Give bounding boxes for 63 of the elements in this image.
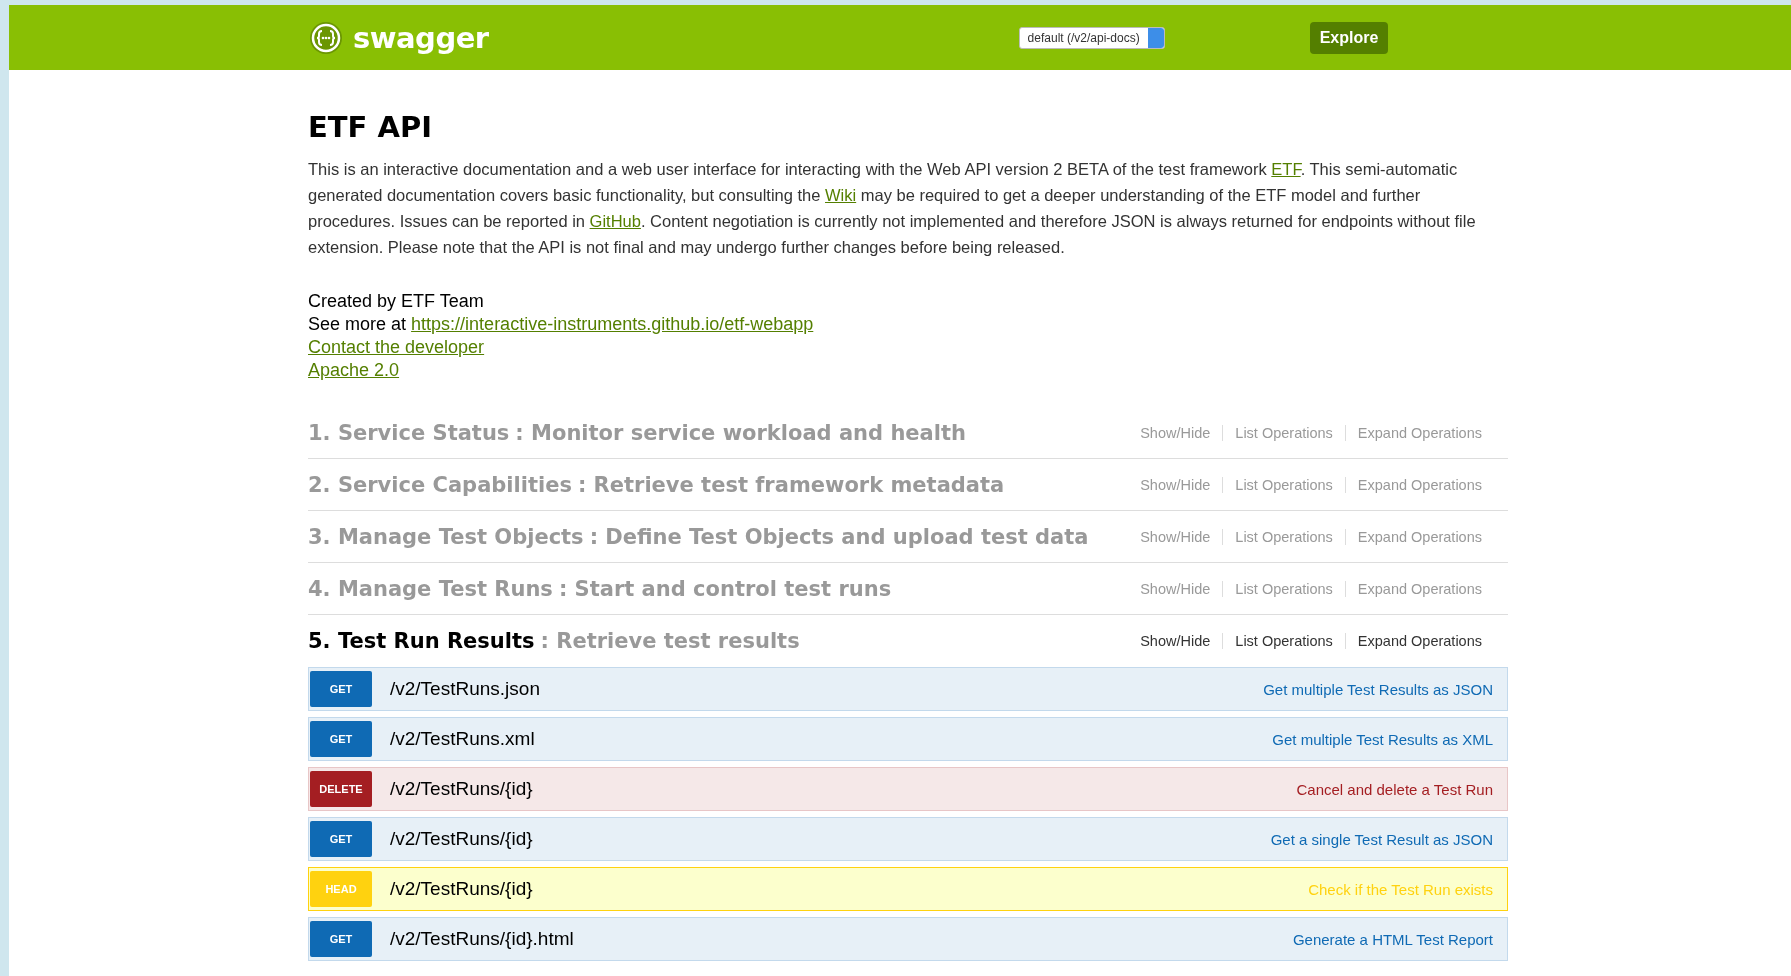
operation-row[interactable]: GET /v2/TestRuns/{id}.html Generate a HTML Test Report	[308, 917, 1508, 961]
section-action-link[interactable]: Expand Operations	[1344, 580, 1494, 597]
operation-path: /v2/TestRuns/{id}	[390, 778, 534, 800]
section-action-link[interactable]: Expand Operations	[1344, 633, 1494, 649]
operation-path: /v2/TestRuns/{id}	[390, 878, 534, 900]
api-title: ETF API	[308, 110, 433, 144]
operation-path: /v2/TestRuns/{id}	[390, 828, 534, 850]
section-action-link[interactable]: Show/Hide	[1128, 633, 1223, 649]
operation-summary: Cancel and delete a Test Run	[1296, 780, 1494, 798]
section-title[interactable]: 2. Service Capabilities	[308, 472, 572, 497]
section-title[interactable]: 1. Service Status	[308, 420, 510, 445]
section-action-link[interactable]: Show/Hide	[1128, 476, 1223, 493]
section-action-link[interactable]: Expand Operations	[1344, 528, 1494, 545]
operation-row[interactable]: HEAD /v2/TestRuns/{id} Check if the Test Run exists	[308, 867, 1508, 911]
section-action-link[interactable]: Show/Hide	[1128, 580, 1223, 597]
section-action-link[interactable]: List Operations	[1222, 528, 1345, 545]
operation-row[interactable]: GET /v2/TestRuns.xml Get multiple Test Results as XML	[308, 717, 1508, 761]
section-description: : Monitor service workload and health	[515, 420, 966, 445]
operation-path: /v2/TestRuns.json	[390, 678, 541, 700]
method-badge: GET	[310, 721, 372, 757]
operation-summary: Check if the Test Run exists	[1308, 880, 1494, 898]
contact-link[interactable]: Contact the developer	[308, 337, 485, 357]
license-link[interactable]: Apache 2.0	[308, 360, 400, 380]
operation-summary: Get multiple Test Results as JSON	[1263, 680, 1494, 698]
link[interactable]: https://interactive-instruments.github.io/etf-webapp	[411, 314, 814, 334]
operation-summary: Get a single Test Result as JSON	[1270, 830, 1494, 848]
link[interactable]: GitHub	[589, 212, 641, 230]
section-title[interactable]: 5. Test Run Results	[308, 629, 535, 653]
section-description: : Start and control test runs	[558, 576, 892, 601]
section-action-link[interactable]: List Operations	[1222, 580, 1345, 597]
section-action-link[interactable]: Show/Hide	[1128, 528, 1223, 545]
logo-icon	[309, 20, 343, 55]
section-action-link[interactable]: Show/Hide	[1128, 424, 1223, 441]
section-action-link[interactable]: Expand Operations	[1344, 476, 1494, 493]
spec-select[interactable]: default (/v2/api-docs)	[1018, 26, 1165, 49]
link[interactable]: ETF	[1271, 160, 1301, 178]
link[interactable]: Wiki	[825, 186, 857, 204]
operation-summary: Generate a HTML Test Report	[1292, 930, 1494, 948]
section-action-link[interactable]: List Operations	[1222, 424, 1345, 441]
explore-button[interactable]: Explore	[1309, 21, 1389, 54]
operation-row[interactable]: GET /v2/TestRuns.json Get multiple Test Results as JSON	[308, 667, 1508, 711]
section-action-link[interactable]: List Operations	[1222, 633, 1345, 649]
operation-path: /v2/TestRuns.xml	[390, 728, 536, 750]
api-description: This is an interactive documentation and a web user interface for interacting with the Web API version 2 BETA of the test framework ETF. This semi-automatic generated documentation covers basic functionality, but consulting the Wiki may be required to get a deeper understanding of the ETF model and further procedures. Issues can be reported in GitHub. Content negotiation is currently not implemented and therefore JSON is always returned for endpoints without file extension. Please note that the API is not final and may undergo further changes before being released.	[308, 159, 1477, 258]
operation-row[interactable]: DELETE /v2/TestRuns/{id} Cancel and delete a Test Run	[308, 767, 1508, 811]
section-title[interactable]: 4. Manage Test Runs	[308, 576, 553, 601]
method-badge: DELETE	[310, 771, 372, 807]
see-more-text: See more at https://interactive-instruments.github.io/etf-webapp	[308, 313, 815, 336]
section-action-link[interactable]: Expand Operations	[1344, 424, 1494, 441]
method-badge: GET	[310, 671, 372, 707]
section-description: : Define Test Objects and upload test data	[589, 524, 1089, 549]
method-badge: GET	[310, 821, 372, 857]
created-by-text: Created by ETF Team	[308, 290, 485, 313]
section-title[interactable]: 3. Manage Test Objects	[308, 524, 584, 549]
method-badge: GET	[310, 921, 372, 957]
method-badge: HEAD	[310, 871, 372, 907]
operation-row[interactable]: GET /v2/TestRuns/{id} Get a single Test Result as JSON	[308, 817, 1508, 861]
section-description: : Retrieve test results	[540, 629, 800, 653]
section-action-link[interactable]: List Operations	[1222, 476, 1345, 493]
section-description: : Retrieve test framework metadata	[577, 472, 1005, 497]
logo-text: swagger	[353, 20, 489, 55]
operation-path: /v2/TestRuns/{id}.html	[390, 928, 575, 950]
operation-summary: Get multiple Test Results as XML	[1272, 730, 1494, 748]
